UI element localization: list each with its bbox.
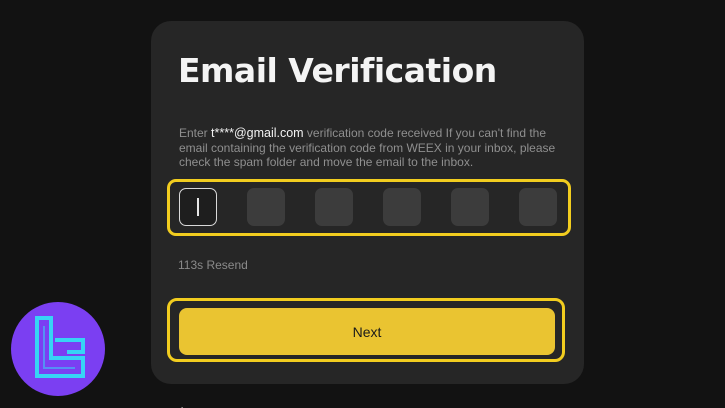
instruction-text: Enter t****@gmail.com verification code … bbox=[179, 126, 564, 170]
next-button[interactable]: Next bbox=[179, 308, 555, 355]
brand-logo-icon bbox=[11, 302, 105, 396]
otp-input-group bbox=[179, 188, 557, 226]
page: Email Verification Enter t****@gmail.com… bbox=[0, 0, 725, 408]
mouse-pointer-icon bbox=[180, 401, 190, 408]
page-title: Email Verification bbox=[178, 51, 497, 90]
otp-digit-6[interactable] bbox=[519, 188, 557, 226]
otp-digit-3[interactable] bbox=[315, 188, 353, 226]
otp-digit-2[interactable] bbox=[247, 188, 285, 226]
masked-email: t****@gmail.com bbox=[211, 126, 304, 140]
otp-digit-1[interactable] bbox=[179, 188, 217, 226]
verification-card: Email Verification Enter t****@gmail.com… bbox=[151, 21, 584, 384]
resend-countdown[interactable]: 113s Resend bbox=[178, 258, 248, 272]
instruction-prefix: Enter bbox=[179, 126, 212, 140]
otp-digit-5[interactable] bbox=[451, 188, 489, 226]
text-cursor bbox=[197, 198, 199, 216]
otp-digit-4[interactable] bbox=[383, 188, 421, 226]
